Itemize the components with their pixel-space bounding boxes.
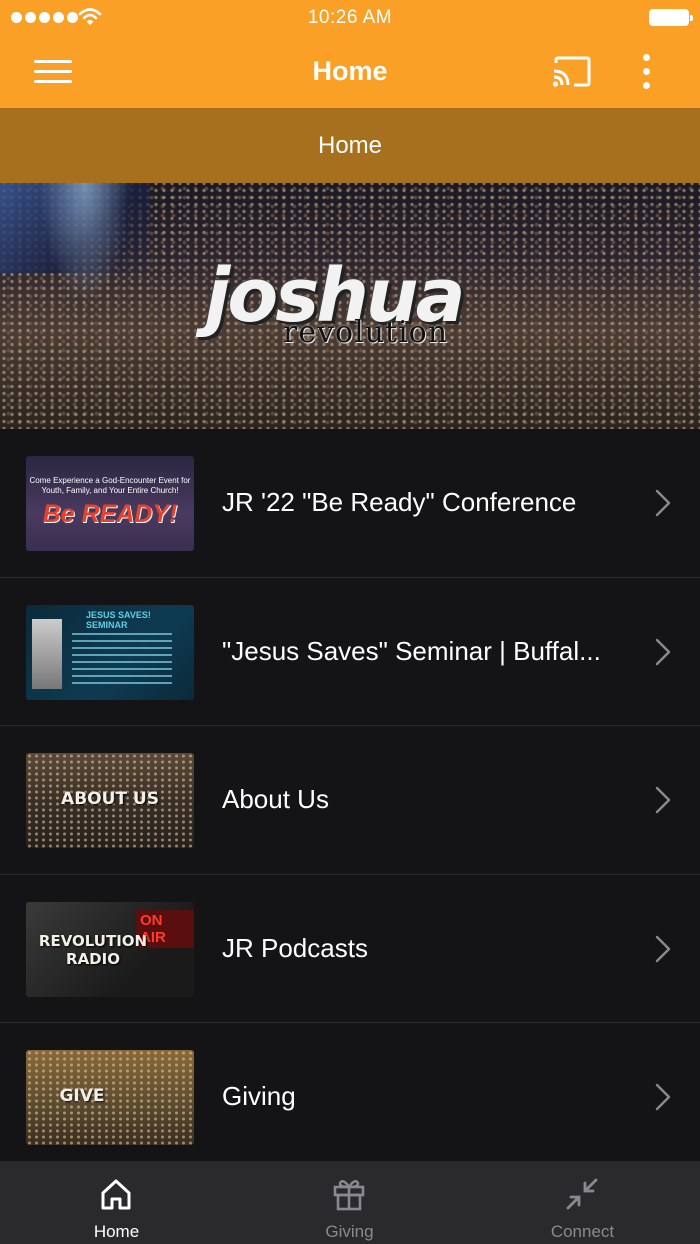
home-icon: [101, 1179, 131, 1210]
gift-icon: [333, 1180, 365, 1211]
content-list: Come Experience a God-Encounter Event fo…: [0, 429, 700, 1172]
navigation-bar: Home: [0, 36, 700, 108]
tab-label: Home: [93, 1222, 140, 1241]
chevron-right-icon: [655, 935, 671, 962]
joshua-revolution-logo: joshua revolution: [205, 253, 505, 363]
cast-icon[interactable]: [552, 55, 592, 89]
tab-connect[interactable]: Connect: [466, 1161, 699, 1244]
section-header: Home: [0, 108, 700, 183]
list-item-be-ready-conference[interactable]: Come Experience a God-Encounter Event fo…: [0, 429, 700, 578]
list-item-about-us[interactable]: ABOUT US About Us: [0, 726, 700, 875]
list-item-label: JR Podcasts: [222, 932, 368, 963]
give-thumbnail: GIVE: [26, 1050, 194, 1145]
list-item-label: Giving: [222, 1081, 296, 1111]
be-ready-thumbnail: Come Experience a God-Encounter Event fo…: [26, 456, 194, 551]
logo-sub-text: revolution: [283, 315, 449, 350]
page-title: Home: [312, 56, 388, 86]
jesus-saves-thumbnail: JESUS SAVES! SEMINAR: [26, 604, 194, 700]
battery-icon: [649, 9, 693, 26]
tab-bar: Home Giving Connect: [0, 1161, 700, 1244]
thumbnail-title: ABOUT US: [61, 789, 159, 809]
chevron-right-icon: [655, 1083, 671, 1111]
hero-stage-light: [40, 183, 130, 303]
revolution-radio-thumbnail: ON AIR REVOLUTION RADIO: [26, 901, 194, 997]
thumbnail-title: JESUS SAVES! SEMINAR: [86, 609, 151, 630]
status-bar: 10:26 AM: [0, 0, 700, 36]
thumbnail-title: Be READY!: [42, 500, 178, 528]
about-us-thumbnail: ABOUT US: [26, 753, 194, 848]
hero-banner: joshua revolution: [0, 183, 700, 429]
thumbnail-building: [32, 618, 62, 689]
list-item-jr-podcasts[interactable]: ON AIR REVOLUTION RADIO JR Podcasts: [0, 875, 700, 1023]
chevron-right-icon: [655, 638, 671, 665]
thumbnail-schedule-lines: [72, 632, 172, 688]
thumbnail-caption: Come Experience a God-Encounter Event fo…: [29, 476, 191, 495]
list-item-label: About Us: [222, 784, 329, 814]
tab-giving[interactable]: Giving: [233, 1161, 466, 1244]
tab-home[interactable]: Home: [0, 1161, 233, 1244]
chevron-right-icon: [655, 786, 671, 814]
collapse-arrows-icon: [566, 1178, 598, 1210]
tab-label: Connect: [550, 1222, 615, 1241]
list-item-label: JR '22 "Be Ready" Conference: [222, 487, 577, 517]
tab-label: Giving: [325, 1222, 374, 1241]
thumbnail-title: GIVE: [59, 1086, 105, 1106]
thumbnail-title: REVOLUTION RADIO: [38, 931, 148, 968]
list-item-jesus-saves-seminar[interactable]: JESUS SAVES! SEMINAR "Jesus Saves" Semin…: [0, 578, 700, 726]
status-time: 10:26 AM: [307, 7, 393, 28]
section-title: Home: [317, 132, 383, 159]
list-item-label: "Jesus Saves" Seminar | Buffal...: [222, 635, 601, 666]
list-item-giving[interactable]: GIVE Giving: [0, 1023, 700, 1172]
chevron-right-icon: [655, 489, 671, 517]
more-options-icon[interactable]: [636, 54, 656, 90]
